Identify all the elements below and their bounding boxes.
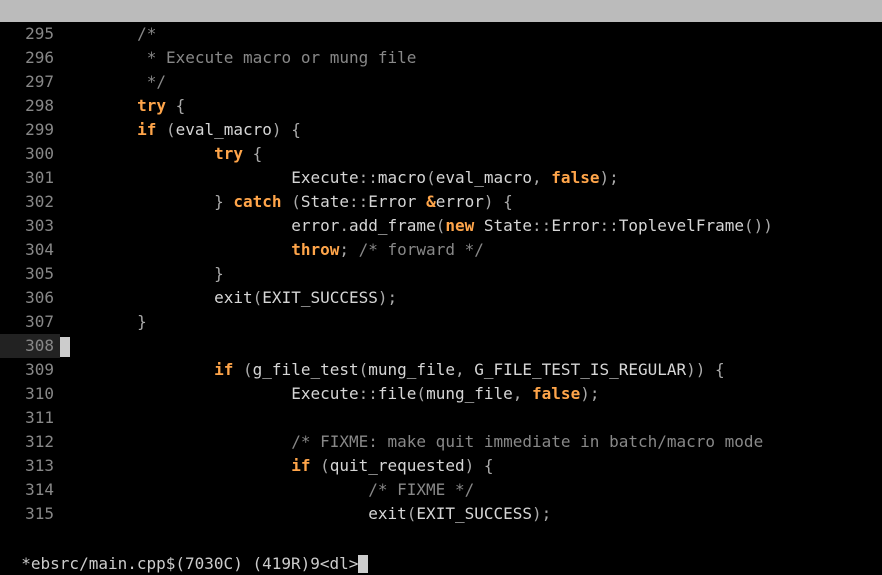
code-content[interactable]: try {	[60, 94, 882, 118]
line-number: 300	[0, 142, 60, 166]
code-content[interactable]: }	[60, 310, 882, 334]
code-line[interactable]: 311	[0, 406, 882, 430]
code-line[interactable]: 308	[0, 334, 882, 358]
code-content[interactable]: try {	[60, 142, 882, 166]
status-text: *ebsrc/main.cpp$(7030C) (419R)9<dl>	[21, 554, 358, 573]
code-line[interactable]: 307 }	[0, 310, 882, 334]
line-number: 311	[0, 406, 60, 430]
line-number: 307	[0, 310, 60, 334]
code-content[interactable]: } catch (State::Error &error) {	[60, 190, 882, 214]
code-content[interactable]: }	[60, 262, 882, 286]
line-number: 296	[0, 46, 60, 70]
line-number: 308	[0, 334, 60, 358]
text-cursor	[60, 337, 70, 357]
code-line[interactable]: 305 }	[0, 262, 882, 286]
command-cursor	[358, 555, 368, 573]
code-content[interactable]	[60, 406, 882, 430]
line-number: 315	[0, 502, 60, 526]
line-number: 301	[0, 166, 60, 190]
code-content[interactable]: * Execute macro or mung file	[60, 46, 882, 70]
code-content[interactable]: */	[60, 70, 882, 94]
code-line[interactable]: 296 * Execute macro or mung file	[0, 46, 882, 70]
line-number: 298	[0, 94, 60, 118]
code-content[interactable]: exit(EXIT_SUCCESS);	[60, 502, 882, 526]
code-line[interactable]: 302 } catch (State::Error &error) {	[0, 190, 882, 214]
status-bar[interactable]: *ebsrc/main.cpp$(7030C) (419R)9<dl>	[0, 531, 882, 553]
code-content[interactable]: if (quit_requested) {	[60, 454, 882, 478]
line-number: 313	[0, 454, 60, 478]
code-line[interactable]: 310 Execute::file(mung_file, false);	[0, 382, 882, 406]
code-line[interactable]: 314 /* FIXME */	[0, 478, 882, 502]
line-number: 304	[0, 238, 60, 262]
code-line[interactable]: 297 */	[0, 70, 882, 94]
title-bar: SciTECO - <Buffer> /home/rhaberkorn/work…	[0, 0, 882, 22]
code-content[interactable]: error.add_frame(new State::Error::Toplev…	[60, 214, 882, 238]
line-number: 299	[0, 118, 60, 142]
code-line[interactable]: 312 /* FIXME: make quit immediate in bat…	[0, 430, 882, 454]
editor-area[interactable]: 295 /*296 * Execute macro or mung file29…	[0, 22, 882, 531]
code-line[interactable]: 304 throw; /* forward */	[0, 238, 882, 262]
code-line[interactable]: 306 exit(EXIT_SUCCESS);	[0, 286, 882, 310]
line-number: 297	[0, 70, 60, 94]
code-content[interactable]: /*	[60, 22, 882, 46]
line-number: 314	[0, 478, 60, 502]
code-line[interactable]: 309 if (g_file_test(mung_file, G_FILE_TE…	[0, 358, 882, 382]
line-number: 305	[0, 262, 60, 286]
code-content[interactable]: throw; /* forward */	[60, 238, 882, 262]
code-line[interactable]: 313 if (quit_requested) {	[0, 454, 882, 478]
code-line[interactable]: 299 if (eval_macro) {	[0, 118, 882, 142]
code-line[interactable]: 295 /*	[0, 22, 882, 46]
code-line[interactable]: 300 try {	[0, 142, 882, 166]
code-content[interactable]: if (g_file_test(mung_file, G_FILE_TEST_I…	[60, 358, 882, 382]
code-content[interactable]: if (eval_macro) {	[60, 118, 882, 142]
code-line[interactable]: 315 exit(EXIT_SUCCESS);	[0, 502, 882, 526]
line-number: 306	[0, 286, 60, 310]
line-number: 310	[0, 382, 60, 406]
line-number: 312	[0, 430, 60, 454]
line-number: 309	[0, 358, 60, 382]
code-line[interactable]: 303 error.add_frame(new State::Error::To…	[0, 214, 882, 238]
code-content[interactable]: exit(EXIT_SUCCESS);	[60, 286, 882, 310]
code-line[interactable]: 298 try {	[0, 94, 882, 118]
line-number: 295	[0, 22, 60, 46]
code-content[interactable]	[60, 334, 882, 358]
line-number: 303	[0, 214, 60, 238]
code-content[interactable]: /* FIXME */	[60, 478, 882, 502]
code-content[interactable]: /* FIXME: make quit immediate in batch/m…	[60, 430, 882, 454]
code-content[interactable]: Execute::file(mung_file, false);	[60, 382, 882, 406]
code-content[interactable]: Execute::macro(eval_macro, false);	[60, 166, 882, 190]
code-line[interactable]: 301 Execute::macro(eval_macro, false);	[0, 166, 882, 190]
line-number: 302	[0, 190, 60, 214]
